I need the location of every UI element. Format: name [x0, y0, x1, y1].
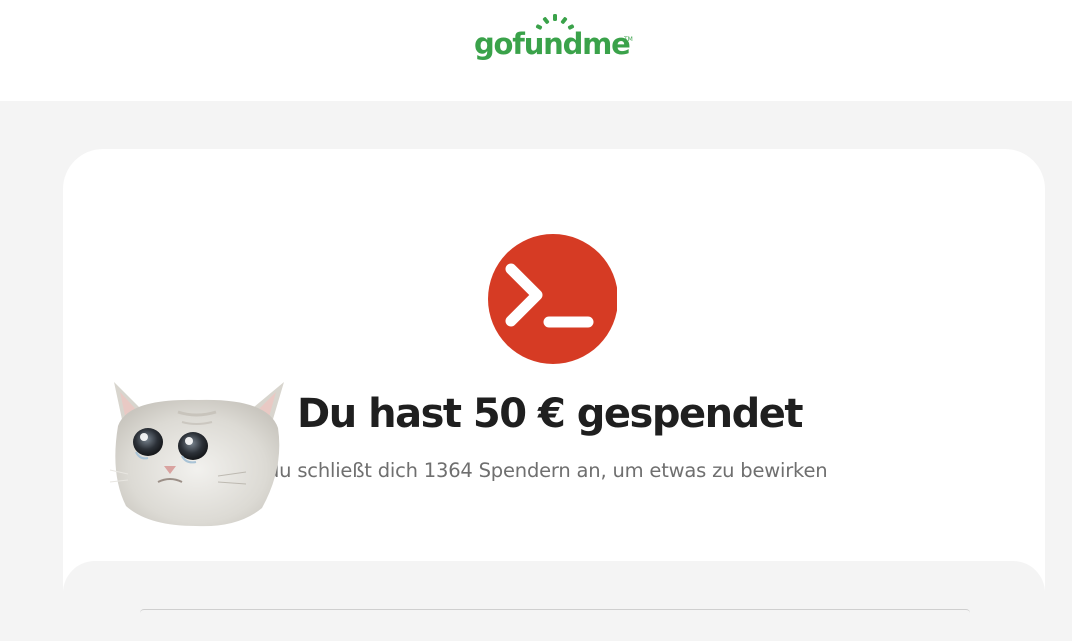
donor-count-text: du schließt dich 1364 Spendern an, um et… [267, 459, 828, 482]
donation-title: Du hast 50 € gespendet [297, 391, 803, 437]
panel-input-outline [140, 609, 970, 613]
logo-wordmark: gofundme [474, 27, 631, 61]
trademark-mark: TM [624, 36, 633, 43]
donation-details-panel [63, 561, 1045, 641]
terminal-prompt-icon [487, 233, 617, 365]
crying-cat-sticker [108, 378, 288, 528]
gofundme-logo[interactable]: gofundme TM [474, 14, 644, 70]
header: gofundme TM [0, 0, 1072, 101]
